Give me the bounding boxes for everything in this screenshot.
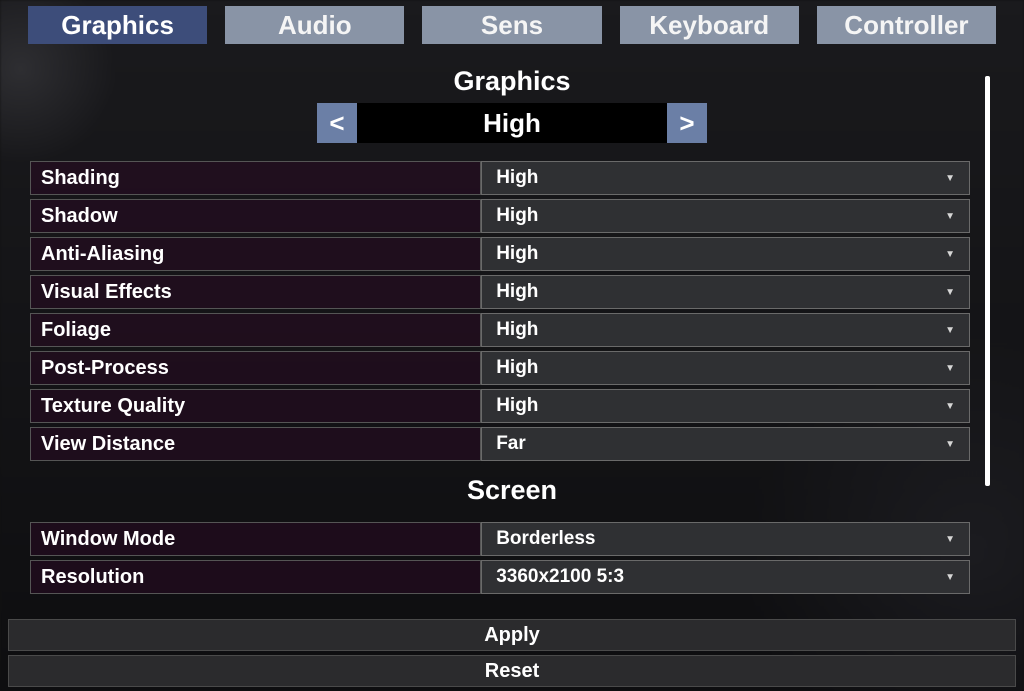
select-value: Borderless: [496, 528, 595, 550]
preset-selector: < High >: [30, 103, 994, 143]
preset-next-button[interactable]: >: [667, 103, 707, 143]
setting-select-texture-quality[interactable]: High ▼: [481, 389, 970, 423]
chevron-down-icon: ▼: [945, 249, 955, 260]
chevron-down-icon: ▼: [945, 325, 955, 336]
setting-label-visual-effects: Visual Effects: [30, 275, 481, 309]
reset-button[interactable]: Reset: [8, 655, 1016, 687]
setting-row: Window Mode Borderless ▼: [30, 522, 970, 556]
select-value: High: [496, 357, 538, 379]
chevron-down-icon: ▼: [945, 534, 955, 545]
preset-prev-button[interactable]: <: [317, 103, 357, 143]
setting-select-shading[interactable]: High ▼: [481, 161, 970, 195]
chevron-down-icon: ▼: [945, 211, 955, 222]
setting-label-anti-aliasing: Anti-Aliasing: [30, 237, 481, 271]
preset-value: High: [357, 103, 667, 143]
setting-row: Anti-Aliasing High ▼: [30, 237, 970, 271]
setting-label-shadow: Shadow: [30, 199, 481, 233]
setting-label-window-mode: Window Mode: [30, 522, 481, 556]
chevron-down-icon: ▼: [945, 401, 955, 412]
setting-select-anti-aliasing[interactable]: High ▼: [481, 237, 970, 271]
tab-keyboard[interactable]: Keyboard: [620, 6, 799, 44]
section-title-screen: Screen: [30, 475, 994, 506]
setting-label-resolution: Resolution: [30, 560, 481, 594]
chevron-down-icon: ▼: [945, 363, 955, 374]
settings-tabs: Graphics Audio Sens Keyboard Controller: [0, 0, 1024, 44]
section-title-graphics: Graphics: [30, 66, 994, 97]
setting-select-visual-effects[interactable]: High ▼: [481, 275, 970, 309]
setting-select-foliage[interactable]: High ▼: [481, 313, 970, 347]
setting-label-post-process: Post-Process: [30, 351, 481, 385]
select-value: High: [496, 205, 538, 227]
action-buttons: Apply Reset: [0, 619, 1024, 687]
setting-row: Texture Quality High ▼: [30, 389, 970, 423]
tab-label: Audio: [278, 10, 352, 41]
tab-audio[interactable]: Audio: [225, 6, 404, 44]
tab-label: Keyboard: [649, 10, 769, 41]
select-value: High: [496, 395, 538, 417]
setting-select-view-distance[interactable]: Far ▼: [481, 427, 970, 461]
tab-graphics[interactable]: Graphics: [28, 6, 207, 44]
chevron-down-icon: ▼: [945, 287, 955, 298]
select-value: 3360x2100 5:3: [496, 566, 624, 588]
tab-label: Sens: [481, 10, 543, 41]
setting-label-view-distance: View Distance: [30, 427, 481, 461]
vertical-scrollbar[interactable]: [985, 76, 990, 486]
setting-label-texture-quality: Texture Quality: [30, 389, 481, 423]
setting-row: Shading High ▼: [30, 161, 970, 195]
setting-row: View Distance Far ▼: [30, 427, 970, 461]
setting-row: Visual Effects High ▼: [30, 275, 970, 309]
tab-controller[interactable]: Controller: [817, 6, 996, 44]
select-value: Far: [496, 433, 526, 455]
scroll-area: Graphics < High > Shading High ▼ Shadow: [30, 66, 994, 594]
select-value: High: [496, 167, 538, 189]
apply-button[interactable]: Apply: [8, 619, 1016, 651]
settings-panel: Graphics < High > Shading High ▼ Shadow: [0, 66, 1024, 594]
select-value: High: [496, 319, 538, 341]
setting-row: Resolution 3360x2100 5:3 ▼: [30, 560, 970, 594]
setting-label-shading: Shading: [30, 161, 481, 195]
chevron-down-icon: ▼: [945, 439, 955, 450]
select-value: High: [496, 281, 538, 303]
chevron-down-icon: ▼: [945, 173, 955, 184]
setting-row: Shadow High ▼: [30, 199, 970, 233]
screen-rows: Window Mode Borderless ▼ Resolution 3360…: [30, 522, 994, 594]
setting-row: Post-Process High ▼: [30, 351, 970, 385]
setting-select-shadow[interactable]: High ▼: [481, 199, 970, 233]
chevron-down-icon: ▼: [945, 572, 955, 583]
setting-select-window-mode[interactable]: Borderless ▼: [481, 522, 970, 556]
setting-select-resolution[interactable]: 3360x2100 5:3 ▼: [481, 560, 970, 594]
tab-label: Graphics: [61, 10, 174, 41]
setting-select-post-process[interactable]: High ▼: [481, 351, 970, 385]
tab-label: Controller: [844, 10, 968, 41]
tab-sens[interactable]: Sens: [422, 6, 601, 44]
setting-row: Foliage High ▼: [30, 313, 970, 347]
select-value: High: [496, 243, 538, 265]
graphics-rows: Shading High ▼ Shadow High ▼ Anti-Aliasi…: [30, 161, 994, 461]
setting-label-foliage: Foliage: [30, 313, 481, 347]
